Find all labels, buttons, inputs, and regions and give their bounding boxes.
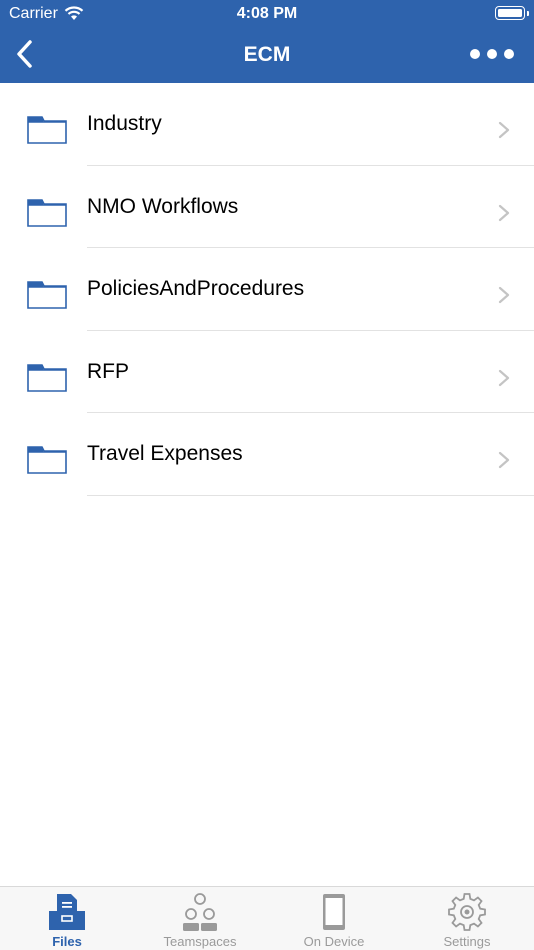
- gear-icon: [448, 893, 486, 931]
- more-dot-icon: [470, 49, 480, 59]
- folder-name: Travel Expenses: [87, 442, 243, 466]
- row-divider: [87, 494, 534, 496]
- folder-name: Industry: [87, 112, 162, 136]
- tab-settings[interactable]: Settings: [400, 887, 534, 950]
- folder-list: Industry NMO Workflows PoliciesAndProced…: [0, 83, 534, 496]
- header: Carrier 4:08 PM ECM: [0, 0, 534, 83]
- list-item[interactable]: NMO Workflows: [0, 166, 534, 248]
- tab-label: Files: [52, 934, 82, 949]
- tab-label: On Device: [303, 934, 365, 949]
- folder-icon: [27, 281, 67, 309]
- more-dot-icon: [504, 49, 514, 59]
- tab-bar: Files Teamspaces On Device Settings: [0, 886, 534, 950]
- chevron-right-icon: [498, 451, 510, 469]
- tab-teamspaces[interactable]: Teamspaces: [133, 887, 267, 950]
- chevron-right-icon: [498, 121, 510, 139]
- nav-bar: ECM: [0, 28, 534, 83]
- chevron-right-icon: [498, 286, 510, 304]
- more-dot-icon: [487, 49, 497, 59]
- chevron-right-icon: [498, 204, 510, 221]
- teamspaces-icon: [183, 893, 217, 931]
- tab-label: Settings: [443, 934, 491, 949]
- list-item[interactable]: RFP: [0, 331, 534, 413]
- folder-name: NMO Workflows: [87, 194, 239, 218]
- battery-icon: [495, 6, 529, 20]
- list-item[interactable]: PoliciesAndProcedures: [0, 248, 534, 331]
- page-title: ECM: [243, 43, 291, 66]
- device-icon: [323, 894, 345, 930]
- folder-name: RFP: [87, 359, 129, 383]
- folder-name: PoliciesAndProcedures: [87, 277, 305, 301]
- tab-files[interactable]: Files: [0, 887, 134, 950]
- status-time: 4:08 PM: [236, 5, 298, 22]
- list-item[interactable]: Travel Expenses: [0, 413, 534, 496]
- folder-icon: [27, 363, 67, 392]
- folder-icon: [27, 116, 67, 144]
- folder-icon: [27, 446, 67, 474]
- list-item[interactable]: Industry: [0, 83, 534, 166]
- chevron-right-icon: [498, 369, 510, 386]
- tab-label: Teamspaces: [163, 934, 237, 949]
- more-options-button[interactable]: [470, 42, 514, 66]
- status-bar: Carrier 4:08 PM: [0, 0, 534, 28]
- tab-on-device[interactable]: On Device: [267, 887, 401, 950]
- folder-icon: [27, 198, 67, 227]
- files-icon: [49, 894, 85, 930]
